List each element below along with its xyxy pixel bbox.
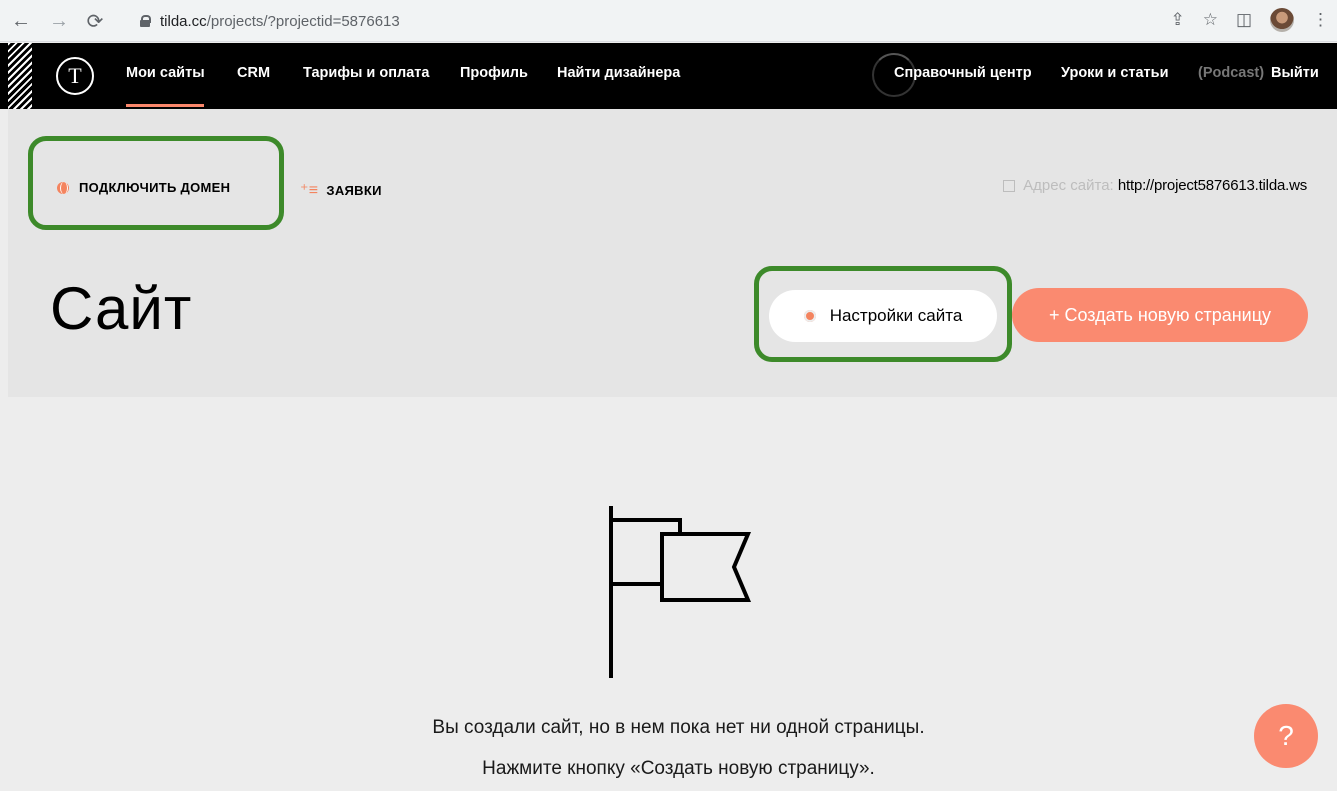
browser-toolbar: ← → ⟳ tilda.cc/projects/?projectid=58766…: [0, 0, 1337, 42]
lock-icon: [140, 15, 151, 27]
nav-crm[interactable]: CRM: [237, 65, 270, 81]
sidepanel-icon[interactable]: ◫: [1236, 10, 1252, 30]
nav-lessons[interactable]: Уроки и статьи: [1061, 65, 1168, 81]
list-plus-icon: ⁺≡: [300, 182, 319, 199]
active-nav-indicator: [126, 104, 204, 107]
url-path: /projects/?projectid=5876613: [206, 12, 400, 30]
nav-help-center[interactable]: Справочный центр: [894, 65, 1032, 81]
nav-profile[interactable]: Профиль: [460, 65, 528, 81]
nav-podcast[interactable]: (Podcast): [1198, 65, 1264, 81]
empty-state-hint: Нажмите кнопку «Создать новую страницу».: [482, 758, 875, 779]
reload-icon[interactable]: ⟳: [82, 8, 108, 34]
star-icon[interactable]: ☆: [1203, 10, 1218, 30]
kebab-menu-icon[interactable]: ⋮: [1312, 10, 1329, 30]
nav-find-designer[interactable]: Найти дизайнера: [557, 65, 680, 81]
zigzag-pattern-icon: [8, 43, 32, 109]
nav-my-sites[interactable]: Мои сайты: [126, 65, 205, 81]
nav-logout[interactable]: Выйти: [1271, 65, 1319, 81]
back-arrow-icon[interactable]: ←: [8, 8, 34, 34]
share-icon[interactable]: ⇪: [1170, 10, 1184, 30]
url-host: tilda.cc: [160, 12, 207, 30]
highlight-site-settings: [754, 266, 1012, 362]
site-address: Адрес сайта: http://project5876613.tilda…: [1003, 177, 1307, 194]
site-address-url[interactable]: http://project5876613.tilda.ws: [1118, 177, 1307, 194]
avatar[interactable]: [1270, 8, 1294, 32]
leads-label: ЗАЯВКИ: [326, 182, 382, 198]
flag-illustration-icon: [609, 506, 752, 678]
tilda-logo-icon[interactable]: T: [56, 57, 94, 95]
address-bar[interactable]: tilda.cc/projects/?projectid=5876613: [124, 7, 1274, 35]
top-navigation: T Мои сайты CRM Тарифы и оплата Профиль …: [0, 43, 1337, 109]
page-title: Сайт: [50, 275, 193, 342]
external-link-icon: [1003, 179, 1016, 192]
leads-link[interactable]: ⁺≡ ЗАЯВКИ: [300, 180, 382, 200]
highlight-connect-domain: [28, 136, 284, 230]
help-button[interactable]: ?: [1254, 704, 1318, 768]
create-page-button[interactable]: + Создать новую страницу: [1012, 288, 1308, 342]
forward-arrow-icon[interactable]: →: [46, 8, 72, 34]
empty-state-message: Вы создали сайт, но в нем пока нет ни од…: [432, 717, 925, 738]
browser-actions: ⇪ ☆ ◫ ⋮: [1170, 8, 1329, 32]
nav-pricing[interactable]: Тарифы и оплата: [303, 65, 429, 81]
site-address-label: Адрес сайта:: [1023, 177, 1114, 194]
